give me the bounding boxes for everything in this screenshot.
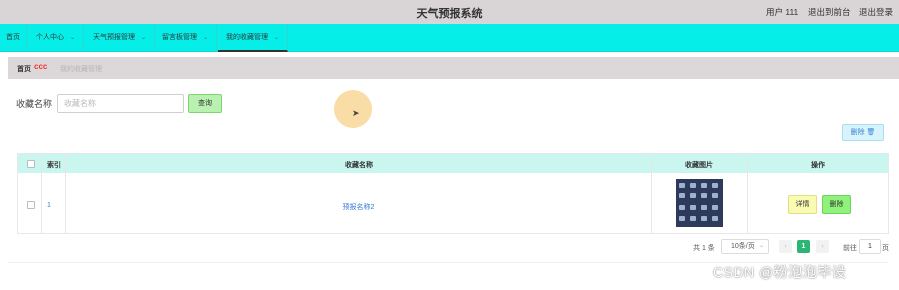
- column-header-image: 收藏图片: [685, 162, 713, 169]
- column-header-actions: 操作: [811, 162, 825, 169]
- favorites-table: 索引 收藏名称 收藏图片 操作 1 预报名称2 详情 删除: [17, 153, 889, 234]
- row-index: 1: [47, 202, 51, 209]
- prev-page-button[interactable]: ‹: [779, 240, 792, 253]
- column-header-name: 收藏名称: [345, 162, 373, 169]
- chevron-down-icon: ⌄: [141, 35, 147, 41]
- nav-item-home[interactable]: 首页: [0, 24, 27, 52]
- nav-item-label: 首页: [6, 34, 20, 41]
- top-bar: 天气预报系统 用户 111 退出到前台 退出登录: [0, 0, 899, 24]
- column-divider: [747, 154, 748, 233]
- nav-item-label: 个人中心: [36, 34, 64, 41]
- chevron-down-icon: ⌄: [203, 35, 209, 41]
- table-header: 索引 收藏名称 收藏图片 操作: [18, 154, 888, 173]
- nav-item-profile[interactable]: 个人中心 ⌄: [28, 24, 85, 52]
- column-divider: [41, 154, 42, 233]
- detail-button[interactable]: 详情: [788, 195, 817, 214]
- select-all-checkbox[interactable]: [27, 160, 35, 168]
- pagination-total: 共 1 条: [693, 245, 715, 252]
- page-suffix: 页: [882, 245, 889, 252]
- breadcrumb-home[interactable]: 首页: [17, 64, 31, 74]
- nav-item-label: 我的收藏管理: [226, 34, 268, 41]
- breadcrumb: 首页 ccc 我的收藏管理: [8, 57, 899, 79]
- bulk-delete-button[interactable]: 删除 🗑: [842, 124, 884, 141]
- app-title: 天气预报系统: [416, 8, 483, 20]
- column-divider: [65, 154, 66, 233]
- nav-item-messages[interactable]: 留言板管理 ⌄: [154, 24, 218, 52]
- weather-thumbnail-image: [676, 179, 723, 227]
- chevron-right-icon: ›: [821, 243, 824, 250]
- page-number-current[interactable]: 1: [797, 240, 810, 253]
- column-header-index: 索引: [47, 162, 61, 169]
- breadcrumb-current: 我的收藏管理: [60, 66, 102, 73]
- user-label: 用户 111: [766, 7, 799, 17]
- logout-link[interactable]: 退出登录: [859, 6, 893, 18]
- goto-page-input[interactable]: 1: [859, 239, 881, 254]
- page-size-value: 10条/页: [731, 243, 755, 250]
- breadcrumb-separator: ccc: [34, 62, 48, 71]
- column-divider: [651, 154, 652, 233]
- chevron-down-icon: ⌄: [758, 243, 764, 249]
- delete-button[interactable]: 删除: [822, 195, 851, 214]
- mouse-cursor-icon: ➤: [352, 108, 360, 118]
- chevron-left-icon: ‹: [784, 243, 787, 250]
- row-name[interactable]: 预报名称2: [66, 202, 651, 212]
- search-label: 收藏名称: [16, 99, 53, 109]
- nav-item-weather[interactable]: 天气预报管理 ⌄: [85, 24, 156, 52]
- row-checkbox[interactable]: [27, 201, 35, 209]
- search-button[interactable]: 查询: [188, 94, 222, 113]
- chevron-down-icon: ⌄: [70, 35, 76, 41]
- watermark: CSDN @粉泡泡毕设: [713, 264, 847, 280]
- chevron-down-icon: ⌄: [274, 35, 280, 41]
- goto-label: 前往: [843, 245, 857, 252]
- main-nav: 首页 个人中心 ⌄ 天气预报管理 ⌄ 留言板管理 ⌄ 我的收藏管理 ⌄: [0, 24, 899, 52]
- search-input[interactable]: [57, 94, 184, 113]
- nav-item-favorites[interactable]: 我的收藏管理 ⌄: [218, 24, 289, 52]
- nav-item-label: 天气预报管理: [93, 34, 135, 41]
- back-to-frontend-link[interactable]: 退出到前台: [808, 6, 851, 18]
- page-size-select[interactable]: 10条/页 ⌄: [721, 239, 769, 254]
- nav-item-label: 留言板管理: [162, 34, 197, 41]
- next-page-button[interactable]: ›: [816, 240, 829, 253]
